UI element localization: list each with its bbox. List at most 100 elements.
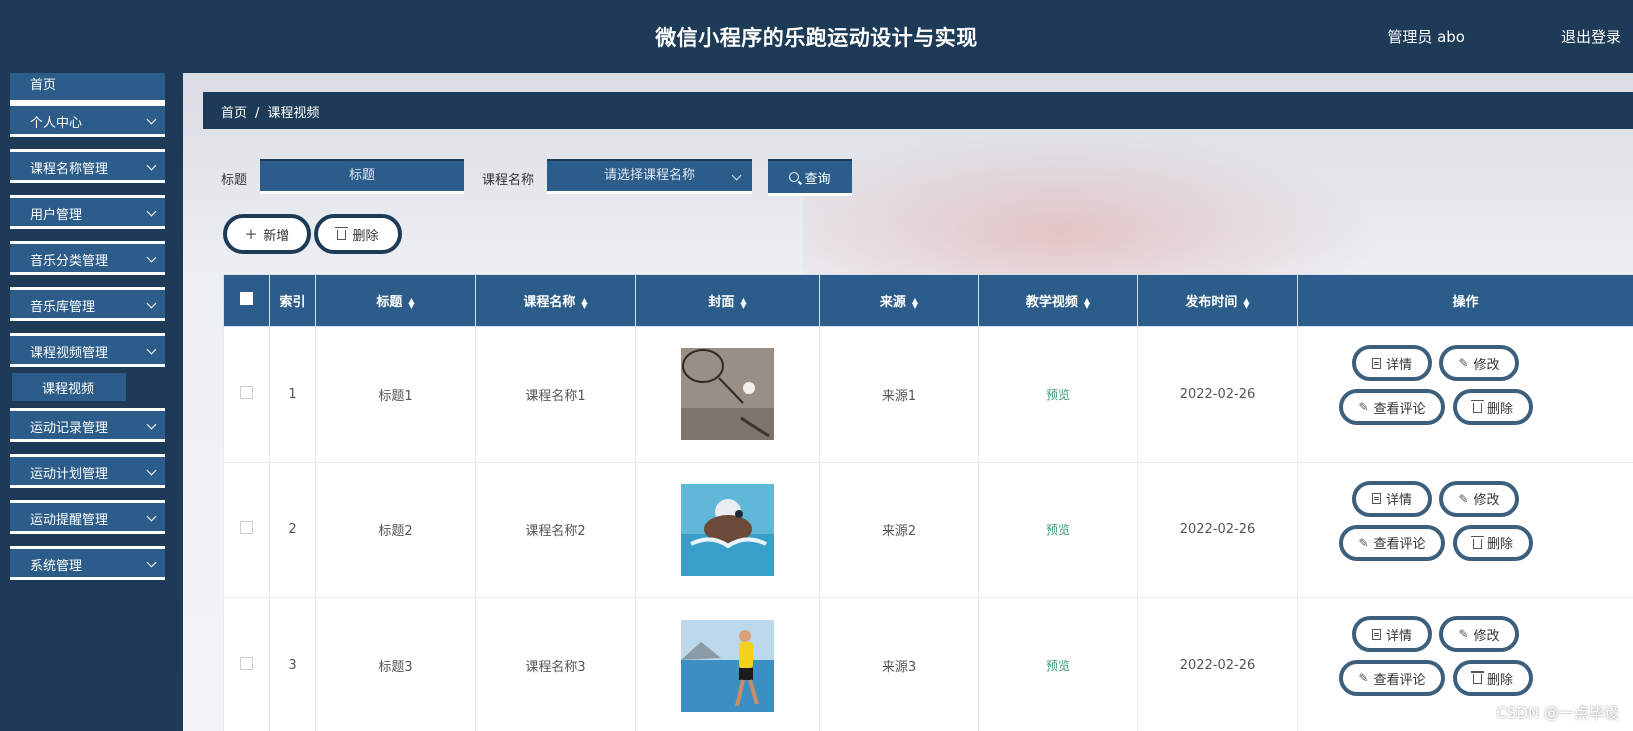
- sort-icon[interactable]: ▲ ▼: [1084, 296, 1090, 309]
- row-index: 1: [269, 326, 316, 463]
- sidebar-item-exercise-reminders[interactable]: 运动提醒管理: [10, 500, 165, 534]
- edit-button[interactable]: ✎ 修改: [1439, 345, 1519, 381]
- breadcrumb-separator: /: [255, 106, 260, 121]
- select-all-checkbox[interactable]: [240, 292, 253, 305]
- document-icon: [1371, 628, 1381, 640]
- row-checkbox[interactable]: [240, 521, 253, 535]
- course-search-label: 课程名称: [482, 173, 535, 188]
- sidebar-item-course-videos[interactable]: 课程视频管理: [10, 333, 165, 367]
- pencil-icon: ✎: [1458, 491, 1469, 506]
- detail-button[interactable]: 详情: [1352, 616, 1432, 653]
- delete-button-label: 删除: [1486, 672, 1513, 688]
- row-cover-cell: [635, 326, 820, 463]
- trash-icon: [1470, 400, 1484, 413]
- row-index: 3: [269, 597, 316, 731]
- query-button[interactable]: 查询: [768, 159, 852, 196]
- col-ops-label: 操作: [1452, 295, 1479, 310]
- sort-icon[interactable]: ▲ ▼: [740, 296, 746, 309]
- detail-button-label: 详情: [1385, 628, 1412, 644]
- title-search-label: 标题: [221, 173, 248, 188]
- pencil-icon: ✎: [1458, 356, 1469, 370]
- edit-button[interactable]: ✎ 修改: [1439, 616, 1519, 653]
- sidebar-subitem-course-video[interactable]: 课程视频: [12, 373, 126, 401]
- row-cover-cell: [635, 597, 820, 731]
- chevron-down-icon: [146, 511, 157, 522]
- col-title[interactable]: 标题 ▲ ▼: [315, 274, 476, 327]
- sidebar-item-personal-center[interactable]: 个人中心: [10, 103, 165, 137]
- view-comments-label: 查看评论: [1373, 537, 1426, 553]
- document-icon: [1371, 357, 1381, 369]
- row-cover-cell: [635, 461, 820, 599]
- cover-image-running[interactable]: [681, 619, 774, 712]
- delete-button[interactable]: 删除: [1453, 660, 1533, 697]
- col-course[interactable]: 课程名称 ▲ ▼: [475, 274, 636, 327]
- sidebar-item-exercise-records[interactable]: 运动记录管理: [10, 408, 165, 442]
- cover-image-swimming[interactable]: [681, 483, 774, 576]
- preview-link[interactable]: 预览: [1046, 659, 1070, 673]
- chevron-down-icon: [146, 114, 157, 125]
- preview-link[interactable]: 预览: [1046, 388, 1070, 402]
- pencil-icon: ✎: [1358, 671, 1369, 686]
- cover-image-badminton[interactable]: [681, 348, 774, 441]
- detail-button[interactable]: 详情: [1352, 480, 1432, 517]
- sidebar-item-home[interactable]: 首页: [10, 73, 165, 103]
- view-comments-button[interactable]: ✎ 查看评论: [1339, 524, 1445, 561]
- trash-icon: [335, 227, 349, 240]
- add-button[interactable]: + 新增: [223, 214, 311, 254]
- watermark: CSDN @一点毕设: [1496, 704, 1619, 722]
- delete-button-label: 删除: [1486, 537, 1513, 553]
- sort-icon[interactable]: ▲ ▼: [408, 296, 414, 309]
- breadcrumb: 首页 / 课程视频: [203, 92, 1633, 129]
- add-button-label: 新增: [263, 228, 290, 244]
- col-source[interactable]: 来源 ▲ ▼: [819, 274, 979, 327]
- col-video[interactable]: 教学视频 ▲ ▼: [978, 274, 1138, 327]
- sidebar-item-system[interactable]: 系统管理: [10, 546, 165, 580]
- row-date: 2022-02-26: [1137, 597, 1298, 731]
- current-user: 管理员 abo: [1387, 28, 1465, 46]
- row-checkbox[interactable]: [240, 657, 253, 671]
- select-all-cell: [223, 274, 270, 327]
- search-icon: [789, 172, 800, 182]
- sidebar-item-label: 用户管理: [30, 208, 83, 223]
- detail-button[interactable]: 详情: [1352, 345, 1432, 381]
- sidebar-item-exercise-plans[interactable]: 运动计划管理: [10, 454, 165, 488]
- detail-button-label: 详情: [1385, 493, 1412, 509]
- col-index-label: 索引: [279, 295, 306, 310]
- main-content: 首页 / 课程视频 标题 标题 课程名称 请选择课程名称 查询 + 新增 删除 索引 …: [183, 73, 1633, 731]
- title-search-input[interactable]: 标题: [260, 159, 464, 194]
- sort-icon[interactable]: ▲ ▼: [581, 296, 587, 309]
- chevron-down-icon: [146, 419, 157, 430]
- sidebar-item-music-categories[interactable]: 音乐分类管理: [10, 241, 165, 275]
- delete-button[interactable]: 删除: [1453, 524, 1533, 561]
- col-cover[interactable]: 封面 ▲ ▼: [635, 274, 820, 327]
- col-cover-label: 封面: [708, 295, 735, 310]
- view-comments-button[interactable]: ✎ 查看评论: [1339, 660, 1445, 697]
- pencil-icon: ✎: [1358, 535, 1369, 550]
- row-course: 课程名称3: [475, 597, 636, 731]
- col-video-label: 教学视频: [1025, 295, 1078, 310]
- preview-link[interactable]: 预览: [1046, 523, 1070, 537]
- sidebar-item-users[interactable]: 用户管理: [10, 195, 165, 229]
- row-ops: 详情 ✎ 修改 ✎ 查看评论 删除: [1298, 463, 1633, 598]
- col-date[interactable]: 发布时间 ▲ ▼: [1137, 274, 1298, 327]
- sidebar-item-label: 音乐库管理: [30, 300, 96, 315]
- chevron-down-icon: [146, 344, 157, 355]
- view-comments-button[interactable]: ✎ 查看评论: [1339, 389, 1445, 425]
- row-title: 标题2: [315, 461, 476, 599]
- delete-button-label: 删除: [1486, 401, 1513, 417]
- logout-link[interactable]: 退出登录: [1561, 26, 1621, 47]
- chevron-down-icon: [731, 170, 742, 181]
- edit-button[interactable]: ✎ 修改: [1439, 480, 1519, 517]
- sidebar-item-course-names[interactable]: 课程名称管理: [10, 149, 165, 183]
- course-select[interactable]: 请选择课程名称: [547, 159, 752, 194]
- sidebar-item-music-library[interactable]: 音乐库管理: [10, 287, 165, 321]
- bulk-delete-button[interactable]: 删除: [314, 214, 402, 254]
- breadcrumb-home[interactable]: 首页: [221, 106, 247, 121]
- trash-icon: [1470, 535, 1484, 549]
- row-checkbox[interactable]: [240, 385, 253, 399]
- view-comments-label: 查看评论: [1373, 672, 1426, 688]
- sort-icon[interactable]: ▲ ▼: [1243, 296, 1249, 309]
- delete-button[interactable]: 删除: [1453, 389, 1533, 425]
- sort-icon[interactable]: ▲ ▼: [912, 296, 918, 309]
- edit-button-label: 修改: [1473, 357, 1500, 373]
